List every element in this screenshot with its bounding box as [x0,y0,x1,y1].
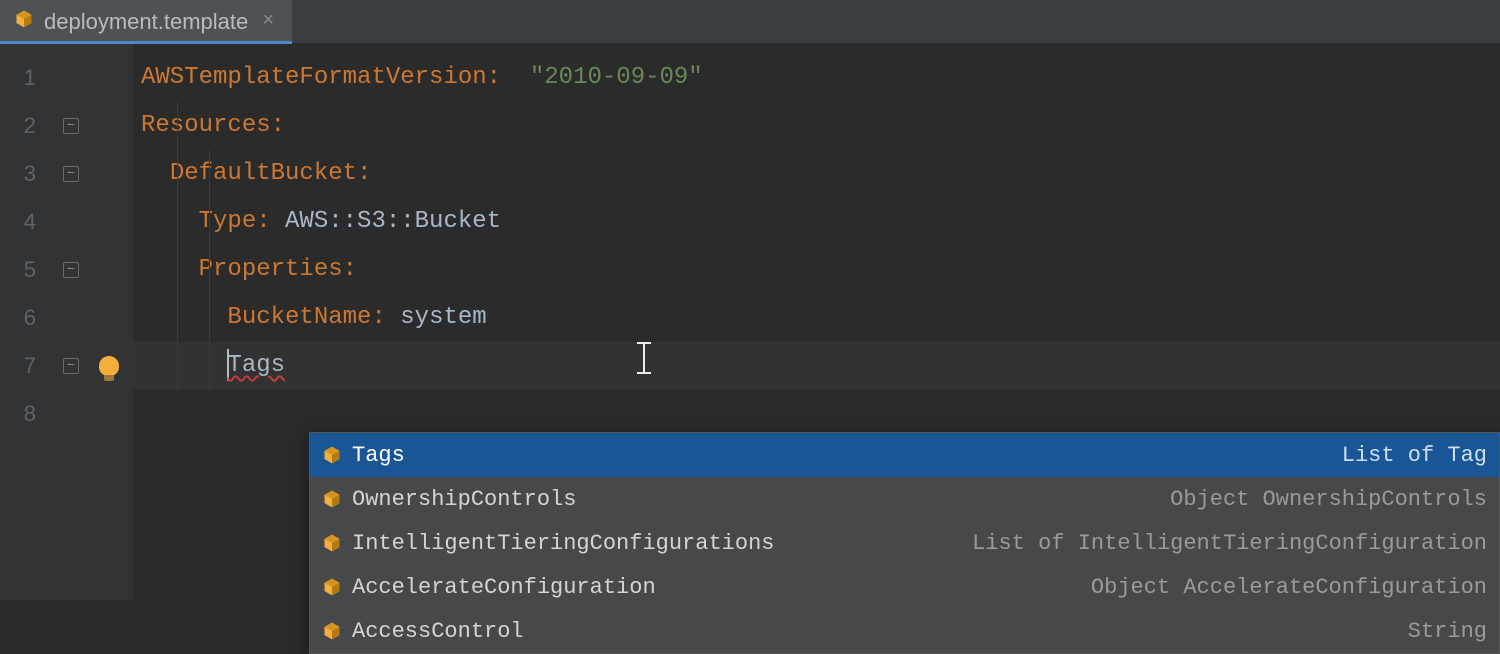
code-line[interactable] [133,390,1500,438]
tab-label: deployment.template [44,9,248,35]
property-icon [322,489,342,509]
line-number: 3 [0,150,58,198]
completion-type: List of IntelligentTieringConfiguration [784,531,1487,556]
fold-icon[interactable]: − [63,118,79,134]
completion-item-accelerateconfiguration[interactable]: AccelerateConfiguration Object Accelerat… [310,565,1499,609]
completion-label: OwnershipControls [352,487,576,512]
completion-label: IntelligentTieringConfigurations [352,531,774,556]
completion-type: Object OwnershipControls [586,487,1487,512]
completion-type: Object AccelerateConfiguration [666,575,1487,600]
cloudformation-file-icon [14,9,34,34]
property-icon [322,533,342,553]
completion-type: String [534,619,1487,644]
indent-guide [177,102,178,390]
code-line[interactable]: Properties: [133,246,1500,294]
line-number: 4 [0,198,58,246]
indicator-gutter [85,44,133,600]
code-line[interactable]: DefaultBucket: [133,150,1500,198]
code-line-current[interactable]: Tags [133,342,1500,390]
completion-item-accesscontrol[interactable]: AccessControl String [310,609,1499,653]
line-number: 1 [0,54,58,102]
completion-item-tags[interactable]: Tags List of Tag [310,433,1499,477]
tab-bar: deployment.template × [0,0,1500,44]
code-line[interactable]: Resources: [133,102,1500,150]
line-number: 2 [0,102,58,150]
line-number: 8 [0,390,58,438]
fold-icon[interactable]: − [63,166,79,182]
code-viewport[interactable]: AWSTemplateFormatVersion: "2010-09-09" R… [133,44,1500,600]
line-number: 5 [0,246,58,294]
property-icon [322,577,342,597]
completion-type: List of Tag [415,443,1487,468]
completion-label: Tags [352,443,405,468]
code-line[interactable]: BucketName: system [133,294,1500,342]
line-number: 7 [0,342,58,390]
line-number: 6 [0,294,58,342]
indent-guide [209,150,210,390]
code-line[interactable]: Type: AWS::S3::Bucket [133,198,1500,246]
code-completion-popup[interactable]: Tags List of Tag OwnershipControls Objec… [309,432,1500,654]
completion-item-intelligenttieringconfigurations[interactable]: IntelligentTieringConfigurations List of… [310,521,1499,565]
completion-item-ownershipcontrols[interactable]: OwnershipControls Object OwnershipContro… [310,477,1499,521]
property-icon [322,621,342,641]
code-line[interactable]: AWSTemplateFormatVersion: "2010-09-09" [133,54,1500,102]
typed-text: Tags [227,352,285,379]
intention-bulb-icon[interactable] [99,356,119,376]
editor-area: 1 2 3 4 5 6 7 8 − − − − AWSTemplateForma… [0,44,1500,600]
fold-icon[interactable]: − [63,262,79,278]
tab-deployment-template[interactable]: deployment.template × [0,0,292,43]
completion-label: AccelerateConfiguration [352,575,656,600]
fold-gutter: − − − − [58,44,85,600]
completion-label: AccessControl [352,619,524,644]
property-icon [322,445,342,465]
fold-icon[interactable]: − [63,358,79,374]
line-number-gutter: 1 2 3 4 5 6 7 8 [0,44,58,600]
close-icon[interactable]: × [258,10,278,33]
